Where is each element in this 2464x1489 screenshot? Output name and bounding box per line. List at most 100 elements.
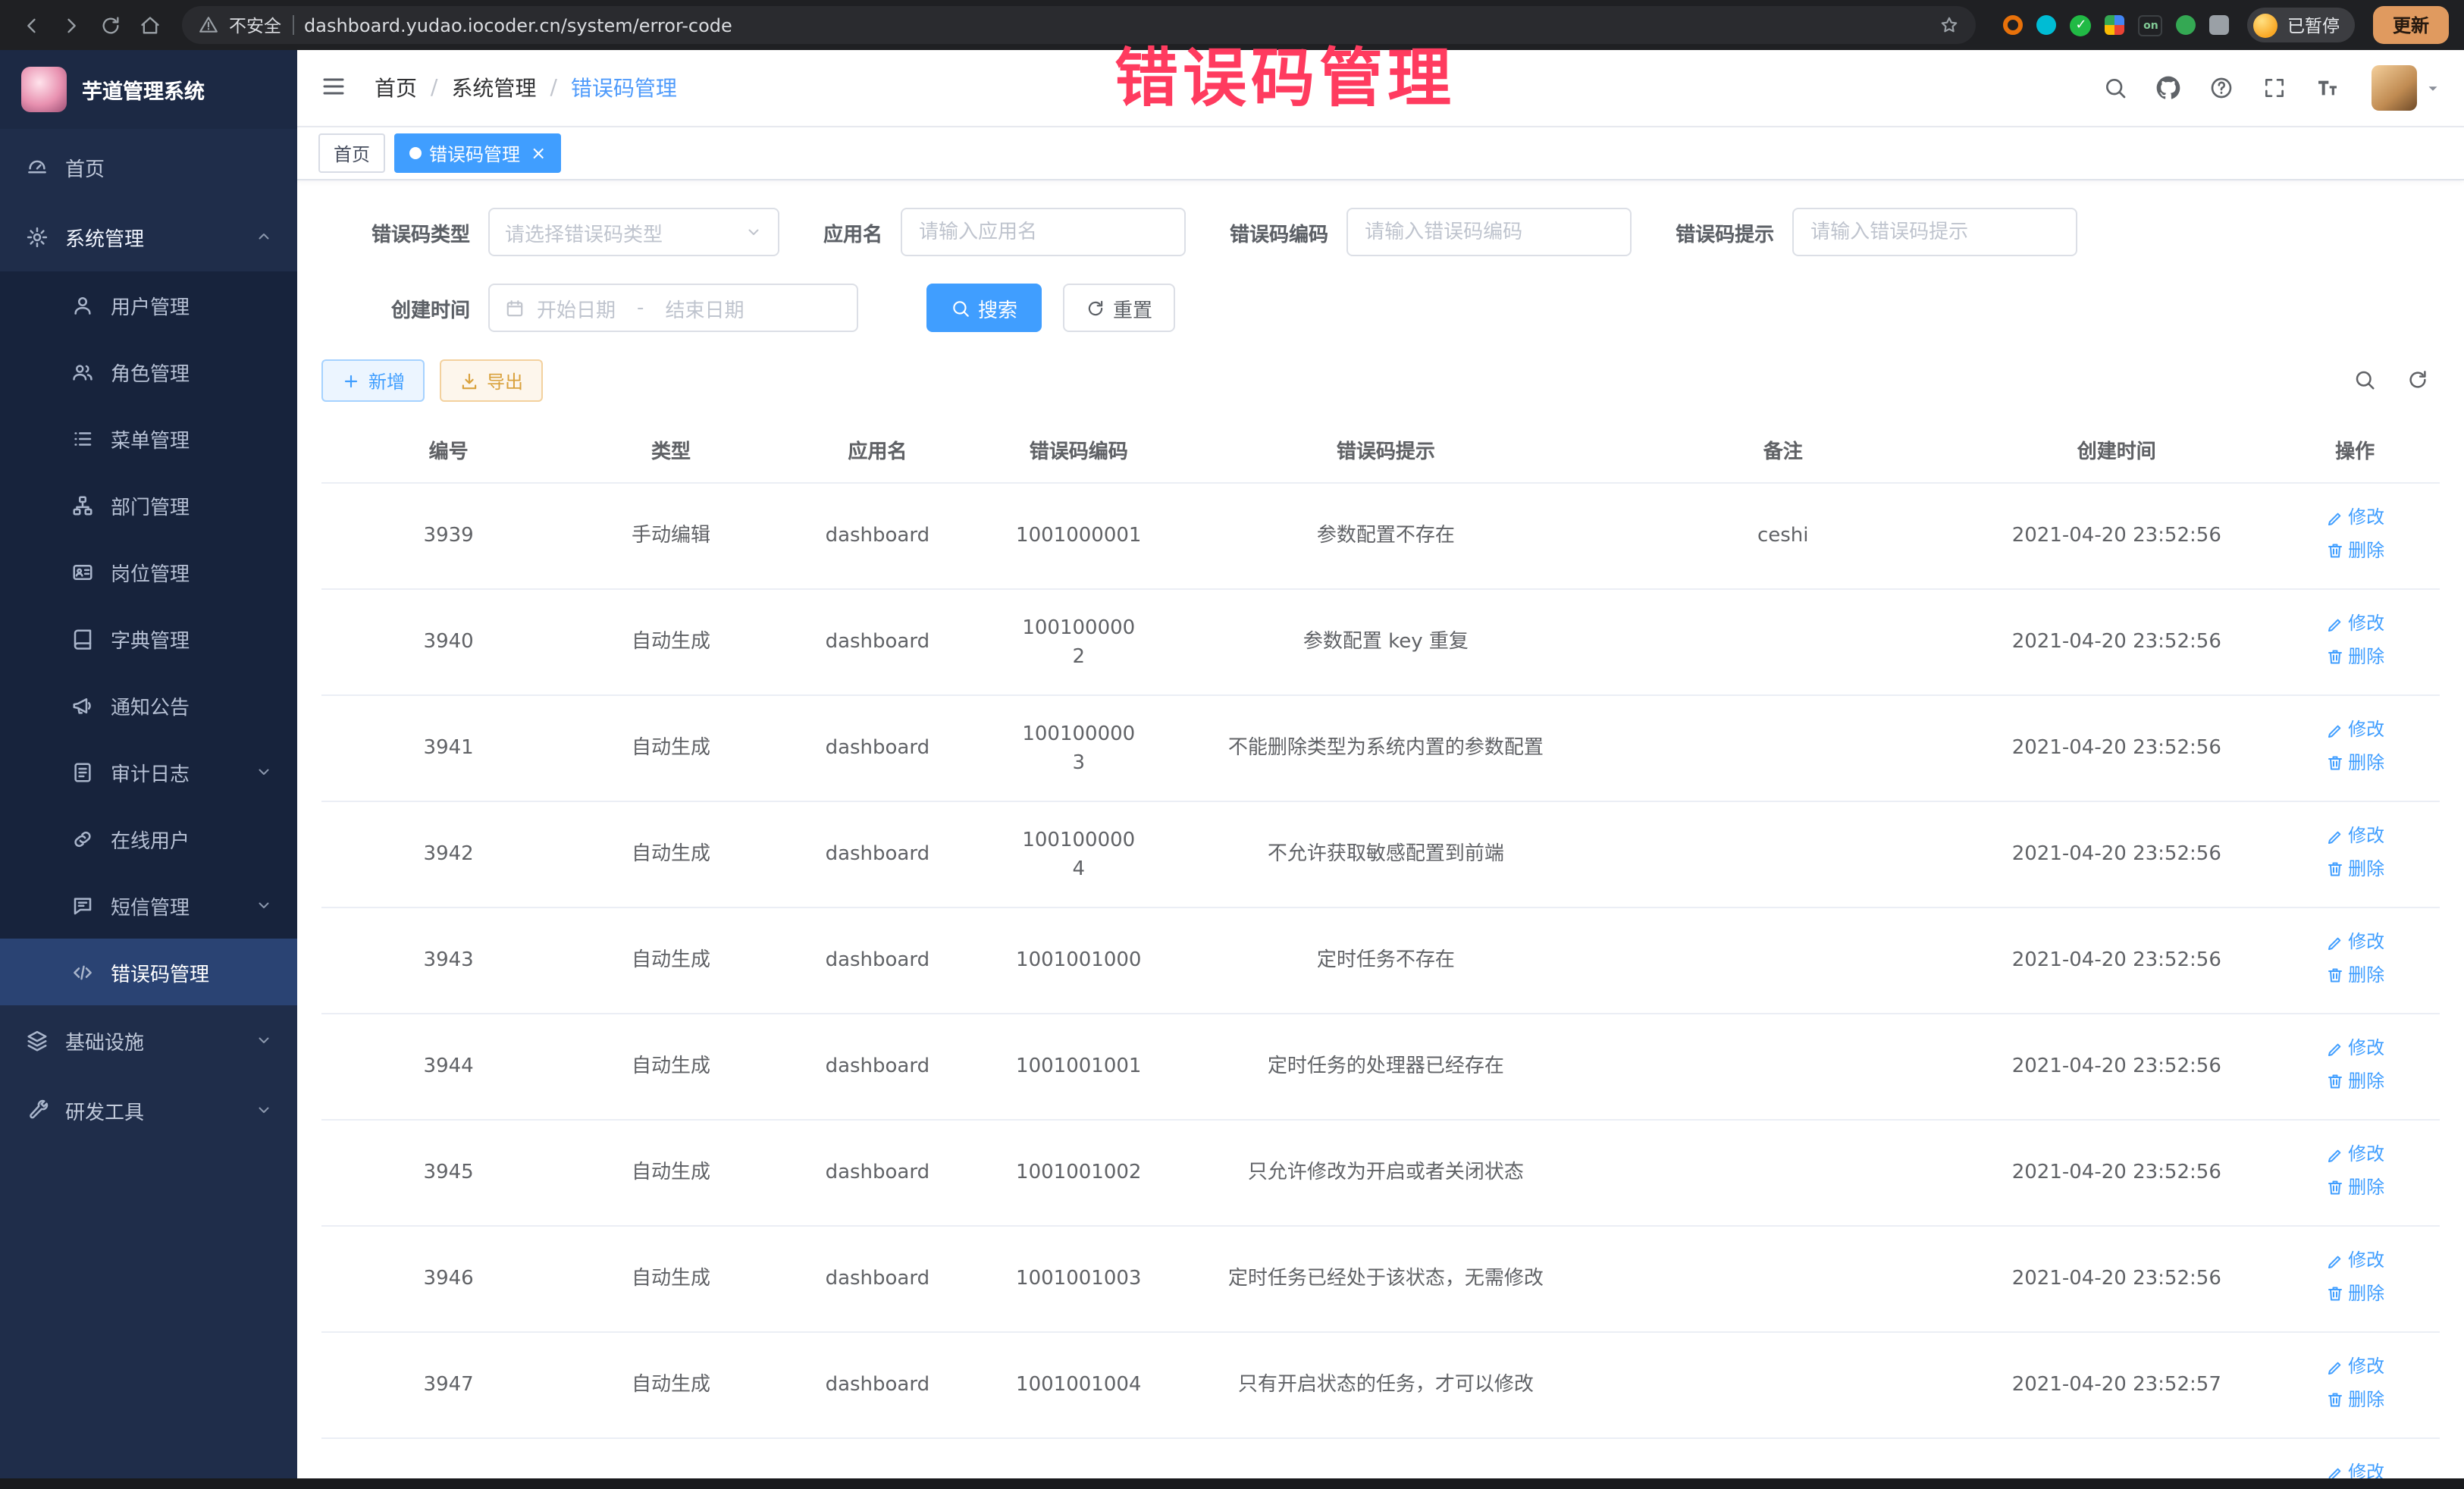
dashboard-icon: [24, 155, 49, 179]
tab-error-code[interactable]: 错误码管理 ×: [394, 133, 561, 173]
tab-home[interactable]: 首页: [318, 133, 385, 173]
delete-link[interactable]: 删除: [2325, 642, 2384, 671]
delete-link[interactable]: 删除: [2325, 1385, 2384, 1414]
filter-time-label: 创建时间: [346, 293, 470, 322]
delete-link[interactable]: 删除: [2325, 748, 2384, 777]
bookmark-star-icon[interactable]: [1940, 15, 1960, 35]
cell-id: 3940: [321, 589, 575, 695]
colorpicker-extension-icon[interactable]: [2037, 15, 2057, 35]
help-icon[interactable]: [2208, 74, 2235, 102]
badge-icon: [70, 560, 94, 584]
search-button[interactable]: 搜索: [926, 284, 1042, 332]
fullscreen-icon[interactable]: [2261, 74, 2288, 102]
show-search-icon[interactable]: [2353, 368, 2378, 393]
cell-code: 1001000002: [989, 589, 1168, 695]
home-icon[interactable]: [133, 8, 167, 42]
edit-link[interactable]: 修改: [2325, 1034, 2384, 1063]
sidebar-item-首页[interactable]: 首页: [0, 132, 297, 202]
add-button[interactable]: 新增: [321, 359, 425, 402]
delete-link[interactable]: 删除: [2325, 1067, 2384, 1096]
cell-remark: [1603, 801, 1963, 908]
cell-time: 2021-04-20 23:52:56: [1963, 1120, 2270, 1226]
cell-id: 3942: [321, 801, 575, 908]
apps-grid-extension-icon[interactable]: [2105, 15, 2125, 35]
caret-down-icon: [2425, 80, 2441, 96]
reload-icon[interactable]: [94, 8, 127, 42]
breadcrumb-current: 错误码管理: [571, 73, 677, 103]
sidebar-item-菜单管理[interactable]: 菜单管理: [0, 405, 297, 472]
breadcrumb-system[interactable]: 系统管理: [451, 73, 536, 103]
active-tab-dot-icon: [409, 147, 422, 159]
record-extension-icon[interactable]: [2004, 15, 2024, 35]
back-icon[interactable]: [15, 8, 49, 42]
user-avatar[interactable]: [2372, 65, 2441, 111]
sidebar-item-字典管理[interactable]: 字典管理: [0, 605, 297, 672]
cell-hint: 定时任务已经处于该状态，无需修改: [1169, 1226, 1603, 1332]
paused-badge[interactable]: 已暂停: [2248, 8, 2355, 42]
sidebar-item-研发工具[interactable]: 研发工具: [0, 1075, 297, 1145]
app-logo[interactable]: 芋道管理系统: [0, 50, 297, 129]
edit-link[interactable]: 修改: [2325, 1353, 2384, 1381]
cell-id: 3941: [321, 695, 575, 801]
search-icon[interactable]: [2102, 74, 2129, 102]
delete-link[interactable]: 删除: [2325, 1173, 2384, 1202]
sidebar-item-短信管理[interactable]: 短信管理: [0, 872, 297, 939]
sidebar-item-错误码管理[interactable]: 错误码管理: [0, 939, 297, 1005]
green-extension-icon[interactable]: [2177, 15, 2196, 35]
vue-devtools-extension-icon[interactable]: [2071, 14, 2092, 36]
sidebar-item-系统管理[interactable]: 系统管理: [0, 202, 297, 271]
error-type-select[interactable]: 请选择错误码类型: [488, 208, 779, 256]
sidebar-item-审计日志[interactable]: 审计日志: [0, 738, 297, 805]
delete-link[interactable]: 删除: [2325, 961, 2384, 989]
table-row: 3945自动生成dashboard1001001002只允许修改为开启或者关闭状…: [321, 1120, 2440, 1226]
plugin-extension-icon[interactable]: [2210, 15, 2230, 35]
reset-button[interactable]: 重置: [1063, 284, 1175, 332]
not-secure-warning-icon: [199, 15, 218, 35]
address-bar[interactable]: 不安全 dashboard.yudao.iocoder.cn/system/er…: [182, 6, 1977, 44]
edit-link[interactable]: 修改: [2325, 716, 2384, 744]
edit-link[interactable]: 修改: [2325, 928, 2384, 957]
edit-link[interactable]: 修改: [2325, 822, 2384, 851]
error-hint-input[interactable]: [1792, 208, 2077, 256]
table-row: 3939手动编辑dashboard1001000001参数配置不存在ceshi2…: [321, 483, 2440, 589]
cell-id: 3946: [321, 1226, 575, 1332]
update-button[interactable]: 更新: [2373, 6, 2449, 44]
cell-id: 3947: [321, 1332, 575, 1438]
forward-icon[interactable]: [55, 8, 88, 42]
switch-on-extension-icon[interactable]: [2139, 14, 2163, 36]
edit-link[interactable]: 修改: [2325, 503, 2384, 532]
cell-type: 自动生成: [575, 908, 766, 1014]
breadcrumb-home[interactable]: 首页: [375, 73, 417, 103]
sidebar-item-部门管理[interactable]: 部门管理: [0, 472, 297, 538]
omnibox-divider: [292, 15, 293, 35]
url-text: dashboard.yudao.iocoder.cn/system/error-…: [304, 14, 1930, 36]
sidebar-item-角色管理[interactable]: 角色管理: [0, 338, 297, 405]
col-hint: 错误码提示: [1169, 417, 1603, 483]
sidebar-item-用户管理[interactable]: 用户管理: [0, 271, 297, 338]
sidebar-item-通知公告[interactable]: 通知公告: [0, 672, 297, 738]
edit-link[interactable]: 修改: [2325, 1246, 2384, 1275]
table-row: 3942自动生成dashboard1001000004不允许获取敏感配置到前端2…: [321, 801, 2440, 908]
edit-link[interactable]: 修改: [2325, 1140, 2384, 1169]
sidebar-item-基础设施[interactable]: 基础设施: [0, 1005, 297, 1075]
cell-remark: [1603, 695, 1963, 801]
delete-link[interactable]: 删除: [2325, 536, 2384, 565]
hamburger-icon[interactable]: [320, 73, 350, 103]
date-range-picker[interactable]: 开始日期 - 结束日期: [488, 284, 858, 332]
edit-link[interactable]: 修改: [2325, 610, 2384, 638]
export-button[interactable]: 导出: [440, 359, 543, 402]
sidebar-item-在线用户[interactable]: 在线用户: [0, 805, 297, 872]
chevron-down-icon: [255, 1031, 273, 1049]
refresh-table-icon[interactable]: [2406, 368, 2431, 393]
cell-remark: [1603, 1120, 1963, 1226]
chevron-down-icon: [255, 1101, 273, 1119]
font-size-icon[interactable]: [2314, 74, 2341, 102]
app-name-input[interactable]: [901, 208, 1186, 256]
sidebar-item-岗位管理[interactable]: 岗位管理: [0, 538, 297, 605]
github-icon[interactable]: [2155, 74, 2182, 102]
error-code-input[interactable]: [1346, 208, 1632, 256]
close-tab-icon[interactable]: ×: [531, 144, 546, 162]
delete-link[interactable]: 删除: [2325, 1279, 2384, 1308]
delete-link[interactable]: 删除: [2325, 854, 2384, 883]
col-actions: 操作: [2270, 417, 2440, 483]
